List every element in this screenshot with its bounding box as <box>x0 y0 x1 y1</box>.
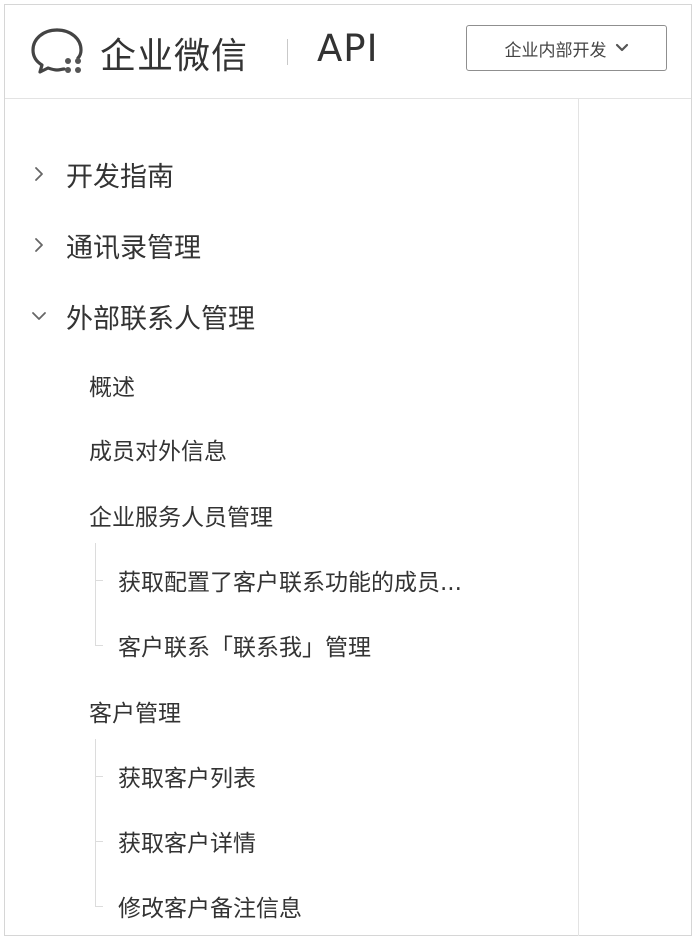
tree-line <box>95 739 96 907</box>
product-name: API <box>317 27 379 70</box>
nav-subitem-get-contact-members[interactable]: 获取配置了客户联系功能的成员... <box>118 562 462 598</box>
tree-tick <box>95 645 103 646</box>
nav-subitem-customer-remark[interactable]: 修改客户备注信息 <box>118 888 302 924</box>
chevron-down-icon <box>615 43 628 52</box>
api-doc-window: 企业微信 API 企业内部开发 开发指南 通讯录管理 外部联系人管理 概述 成员… <box>4 4 692 936</box>
chevron-right-icon <box>35 167 43 181</box>
nav-item-member-external-info[interactable]: 成员对外信息 <box>89 431 227 467</box>
nav-subitem-contact-me[interactable]: 客户联系「联系我」管理 <box>118 627 371 663</box>
dev-type-select-label: 企业内部开发 <box>504 40 607 61</box>
dev-type-select[interactable]: 企业内部开发 <box>466 25 667 71</box>
nav-section-contacts[interactable]: 通讯录管理 <box>31 225 201 265</box>
nav-section-dev-guide[interactable]: 开发指南 <box>31 154 174 194</box>
nav-section-label: 通讯录管理 <box>66 232 201 264</box>
header-divider <box>287 39 288 65</box>
sidebar-nav: 开发指南 通讯录管理 外部联系人管理 概述 成员对外信息 企业服务人员管理 获取… <box>5 99 579 936</box>
content-pane <box>579 99 691 935</box>
nav-subitem-customer-detail[interactable]: 获取客户详情 <box>118 823 256 859</box>
nav-item-service-staff[interactable]: 企业服务人员管理 <box>89 497 273 533</box>
header: 企业微信 API 企业内部开发 <box>5 5 691 99</box>
chevron-right-icon <box>35 238 43 252</box>
nav-section-label: 外部联系人管理 <box>66 303 255 335</box>
nav-item-overview[interactable]: 概述 <box>89 367 135 403</box>
tree-tick <box>95 580 103 581</box>
tree-line <box>95 543 96 646</box>
nav-section-external-contacts[interactable]: 外部联系人管理 <box>31 296 255 336</box>
wecom-logo-icon <box>31 28 83 74</box>
brand-name: 企业微信 <box>100 36 249 77</box>
chevron-down-icon <box>32 312 46 320</box>
nav-subitem-customer-list[interactable]: 获取客户列表 <box>118 758 256 794</box>
nav-item-customer-management[interactable]: 客户管理 <box>89 693 181 729</box>
tree-tick <box>95 841 103 842</box>
tree-tick <box>95 776 103 777</box>
tree-tick <box>95 906 103 907</box>
nav-section-label: 开发指南 <box>66 161 174 193</box>
